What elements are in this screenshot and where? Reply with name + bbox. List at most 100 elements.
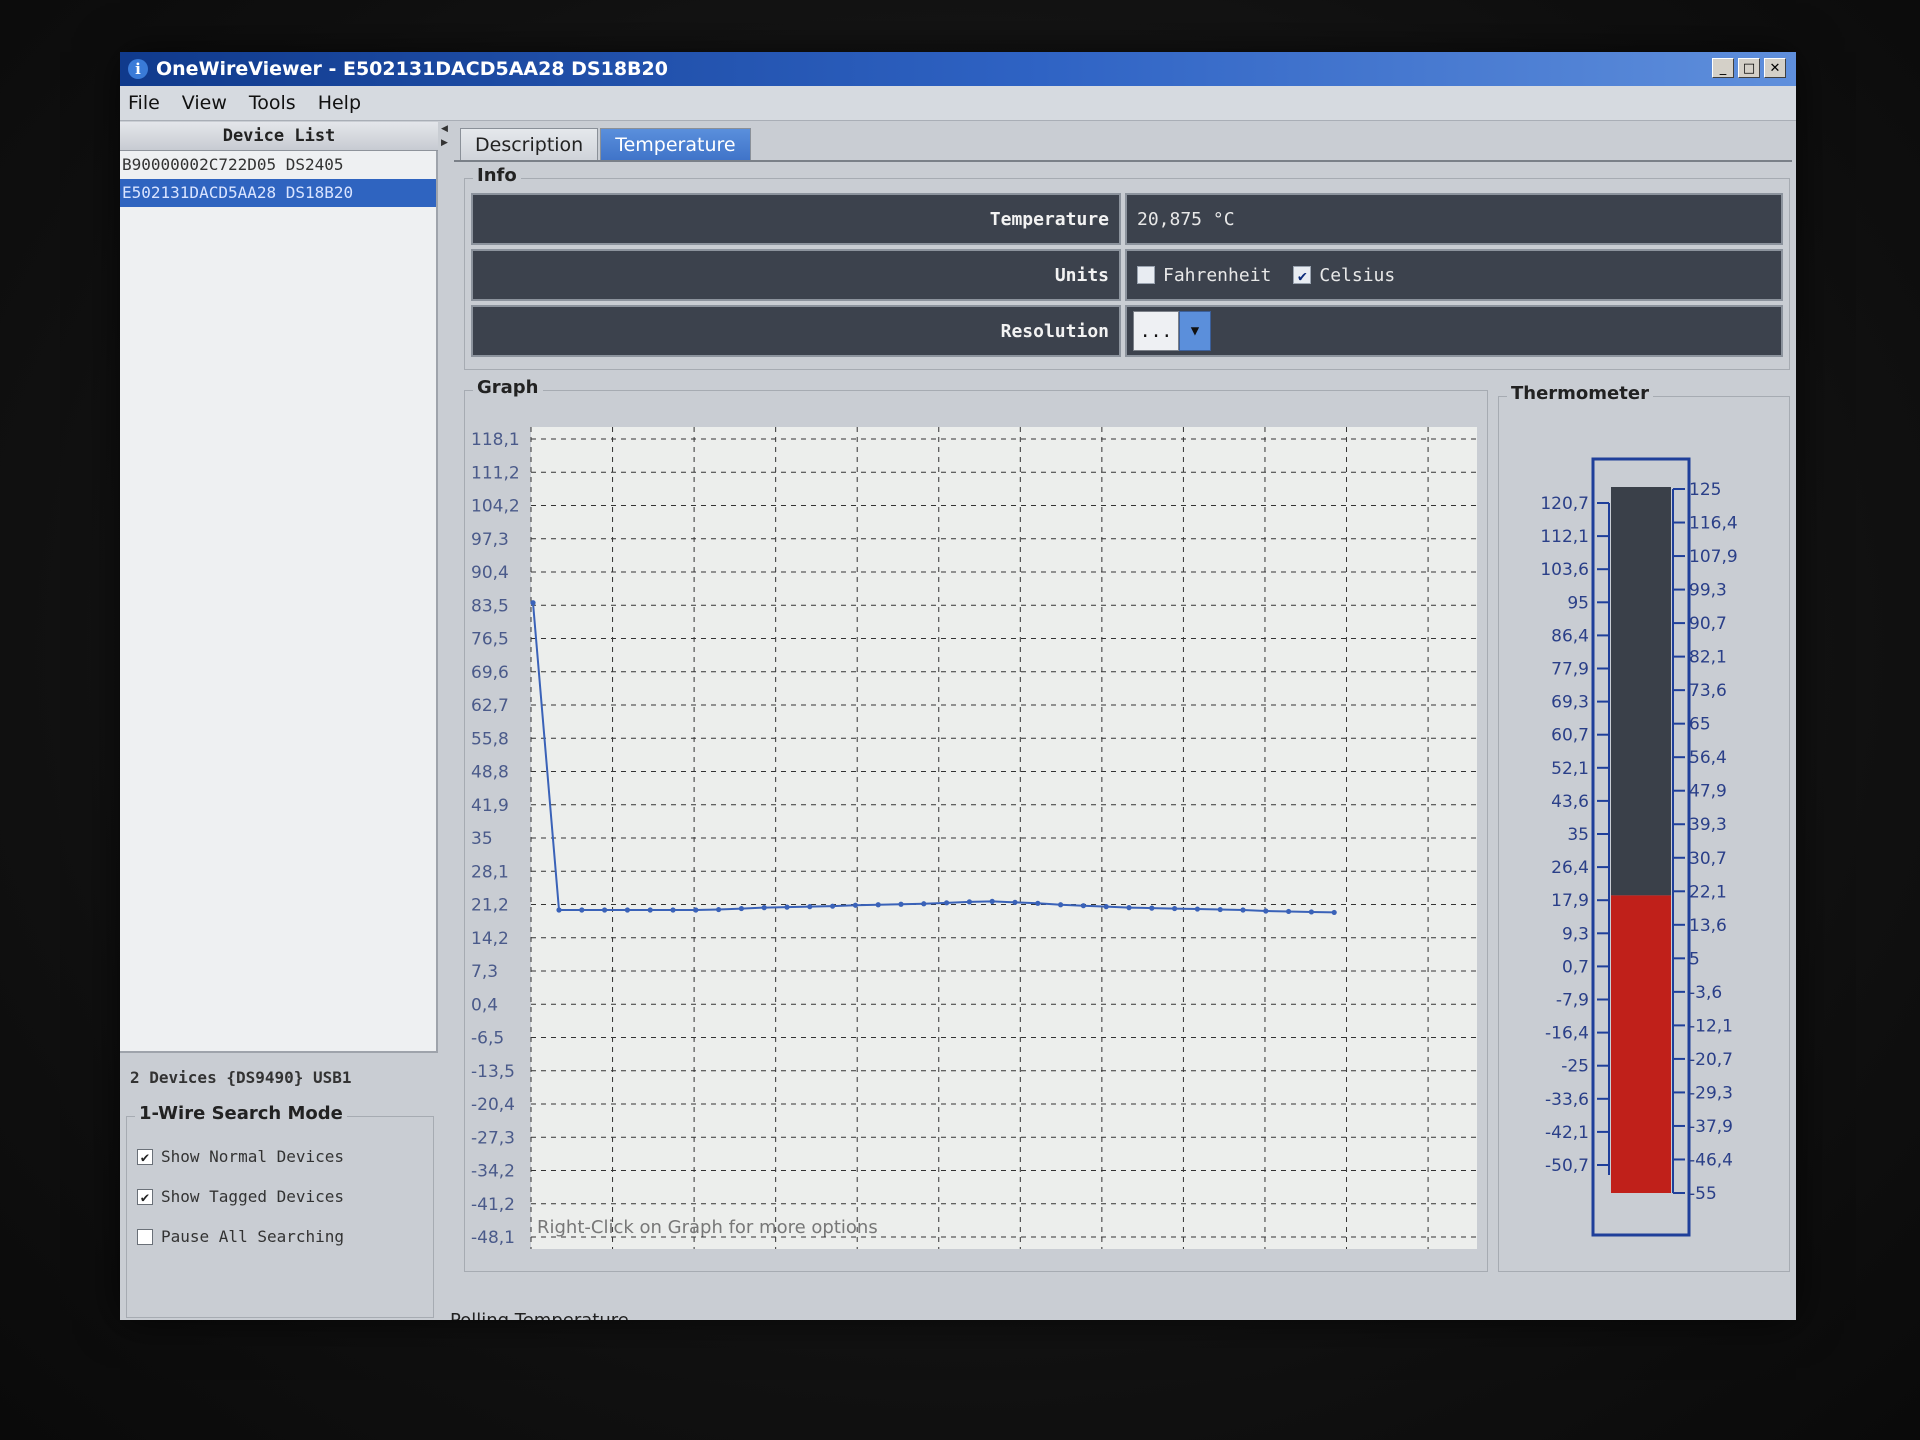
thermo-right-tick-label: 22,1	[1689, 882, 1727, 902]
thermo-right-tick-label: 73,6	[1689, 681, 1727, 701]
y-tick-label: 76,5	[471, 630, 509, 650]
adapter-info: 2 Devices {DS9490} USB1	[130, 1068, 352, 1087]
y-tick-label: 21,2	[471, 896, 509, 916]
thermometer-group: Thermometer 120,7 112,1 103,6 95 86,4 77,9 69,…	[1498, 383, 1790, 1272]
thermo-right-tick-label: 82,1	[1689, 648, 1727, 668]
y-tick-label: 62,7	[471, 696, 509, 716]
y-tick-label: 14,2	[471, 929, 509, 949]
chevron-down-icon[interactable]: ▼	[1179, 311, 1211, 351]
tab-bar: Description Temperature	[460, 128, 753, 162]
thermo-right-tick-label: 56,4	[1689, 748, 1727, 768]
show-normal-devices-option[interactable]: ✔ Show Normal Devices	[137, 1147, 344, 1166]
device-list[interactable]: B90000002C722D05 DS2405 E502131DACD5AA28…	[120, 151, 438, 1053]
thermo-left-tick-label: 77,9	[1551, 660, 1589, 680]
fahrenheit-label: Fahrenheit	[1163, 264, 1272, 286]
info-group: Info Temperature 20,875 °C Units Fahrenh…	[464, 165, 1790, 370]
pause-searching-option[interactable]: Pause All Searching	[137, 1227, 344, 1246]
thermo-right-tick-label: 39,3	[1689, 815, 1727, 835]
units-value: Fahrenheit ✔ Celsius	[1125, 249, 1783, 301]
close-button[interactable]: ✕	[1764, 58, 1786, 78]
thermo-left-tick-label: 17,9	[1551, 891, 1589, 911]
menu-help[interactable]: Help	[318, 92, 361, 114]
y-tick-label: 28,1	[471, 862, 509, 882]
temperature-graph[interactable]: 118,1 111,2 104,2 97,3 90,4 83,5 76,5 69,6 62,7 5…	[465, 391, 1487, 1271]
show-tagged-devices-checkbox[interactable]: ✔	[137, 1188, 153, 1206]
resolution-selected-value[interactable]: ...	[1133, 311, 1179, 351]
menu-view[interactable]: View	[182, 92, 227, 114]
thermo-right-tick-label: -29,3	[1689, 1083, 1733, 1103]
info-legend: Info	[473, 165, 521, 186]
data-point	[579, 907, 585, 913]
data-point	[1080, 903, 1086, 909]
y-tick-label: -34,2	[471, 1162, 515, 1182]
data-point	[1194, 906, 1200, 912]
maximize-button[interactable]: □	[1738, 58, 1760, 78]
menu-bar: File View Tools Help	[120, 86, 1796, 121]
thermo-left-tick-label: 26,4	[1551, 858, 1589, 878]
y-tick-label: -48,1	[471, 1228, 515, 1248]
data-point	[1103, 904, 1109, 910]
data-point	[1217, 906, 1223, 913]
celsius-checkbox[interactable]: ✔	[1293, 266, 1312, 285]
graph-group: Graph 118,1 111,2 104,2 97,3 90,4 83,5 76,5 69,…	[464, 377, 1488, 1272]
resolution-row: Resolution ... ▼	[471, 305, 1783, 357]
thermo-left-tick-label: 86,4	[1551, 626, 1589, 646]
y-tick-label: 118,1	[471, 430, 520, 450]
data-point	[898, 901, 904, 907]
collapse-left-icon[interactable]: ◀	[441, 124, 448, 134]
y-tick-label: -41,2	[471, 1195, 515, 1215]
data-point	[1172, 905, 1178, 912]
data-point	[807, 904, 813, 910]
thermo-right-tick-label: -20,7	[1689, 1050, 1733, 1070]
data-point	[761, 905, 767, 911]
fahrenheit-checkbox[interactable]	[1137, 266, 1155, 284]
y-tick-label: 90,4	[471, 563, 509, 583]
show-normal-devices-label: Show Normal Devices	[161, 1147, 345, 1166]
thermo-left-tick-label: 112,1	[1540, 527, 1589, 547]
thermo-left-tick-label: 120,7	[1540, 494, 1589, 514]
show-normal-devices-checkbox[interactable]: ✔	[137, 1148, 153, 1166]
y-tick-label: 48,8	[471, 763, 509, 783]
search-mode-legend: 1-Wire Search Mode	[135, 1103, 347, 1124]
show-tagged-devices-option[interactable]: ✔ Show Tagged Devices	[137, 1187, 344, 1206]
thermo-right-tick-label: -3,6	[1689, 983, 1722, 1003]
tab-description[interactable]: Description	[460, 128, 599, 161]
info-app-icon: i	[128, 59, 148, 79]
expand-right-icon[interactable]: ▶	[441, 138, 448, 148]
thermo-right-tick-label: 5	[1689, 949, 1700, 969]
data-point	[852, 902, 858, 908]
units-label: Units	[471, 249, 1121, 301]
minimize-button[interactable]: _	[1712, 58, 1734, 78]
resolution-select[interactable]: ... ▼	[1133, 311, 1211, 351]
menu-tools[interactable]: Tools	[249, 92, 296, 114]
device-list-header[interactable]: Device List	[120, 122, 438, 151]
thermo-left-tick-label: 9,3	[1562, 924, 1589, 944]
thermo-left-tick-label: 60,7	[1551, 726, 1589, 746]
thermo-right-tick-label: 13,6	[1689, 916, 1727, 936]
split-pane-divider[interactable]: ◀ ▶	[440, 122, 450, 1320]
title-bar[interactable]: i OneWireViewer - E502131DACD5AA28 DS18B…	[120, 52, 1796, 86]
device-list-item-selected[interactable]: E502131DACD5AA28 DS18B20	[120, 179, 436, 207]
data-point	[1308, 909, 1314, 915]
thermo-right-tick-label: 116,4	[1689, 514, 1738, 534]
thermo-left-tick-label: 52,1	[1551, 759, 1589, 779]
search-mode-group: 1-Wire Search Mode ✔ Show Normal Devices…	[126, 1103, 434, 1318]
data-point	[693, 907, 699, 913]
thermo-left-tick-label: 69,3	[1551, 693, 1589, 713]
data-point	[624, 907, 630, 913]
data-point	[556, 907, 562, 913]
y-tick-label: 41,9	[471, 796, 509, 816]
menu-file[interactable]: File	[128, 92, 160, 114]
temperature-row: Temperature 20,875 °C	[471, 193, 1783, 245]
temperature-value: 20,875 °C	[1125, 193, 1783, 245]
y-tick-label: 7,3	[471, 962, 498, 982]
pause-searching-checkbox[interactable]	[137, 1228, 153, 1245]
device-list-item[interactable]: B90000002C722D05 DS2405	[120, 151, 436, 179]
data-point	[966, 899, 972, 905]
thermo-left-tick-label: 43,6	[1551, 792, 1589, 812]
thermo-right-tick-label: 99,3	[1689, 581, 1727, 601]
data-point	[647, 907, 653, 913]
data-point	[716, 906, 722, 913]
tab-temperature[interactable]: Temperature	[600, 128, 751, 161]
thermometer-empty	[1611, 487, 1671, 896]
